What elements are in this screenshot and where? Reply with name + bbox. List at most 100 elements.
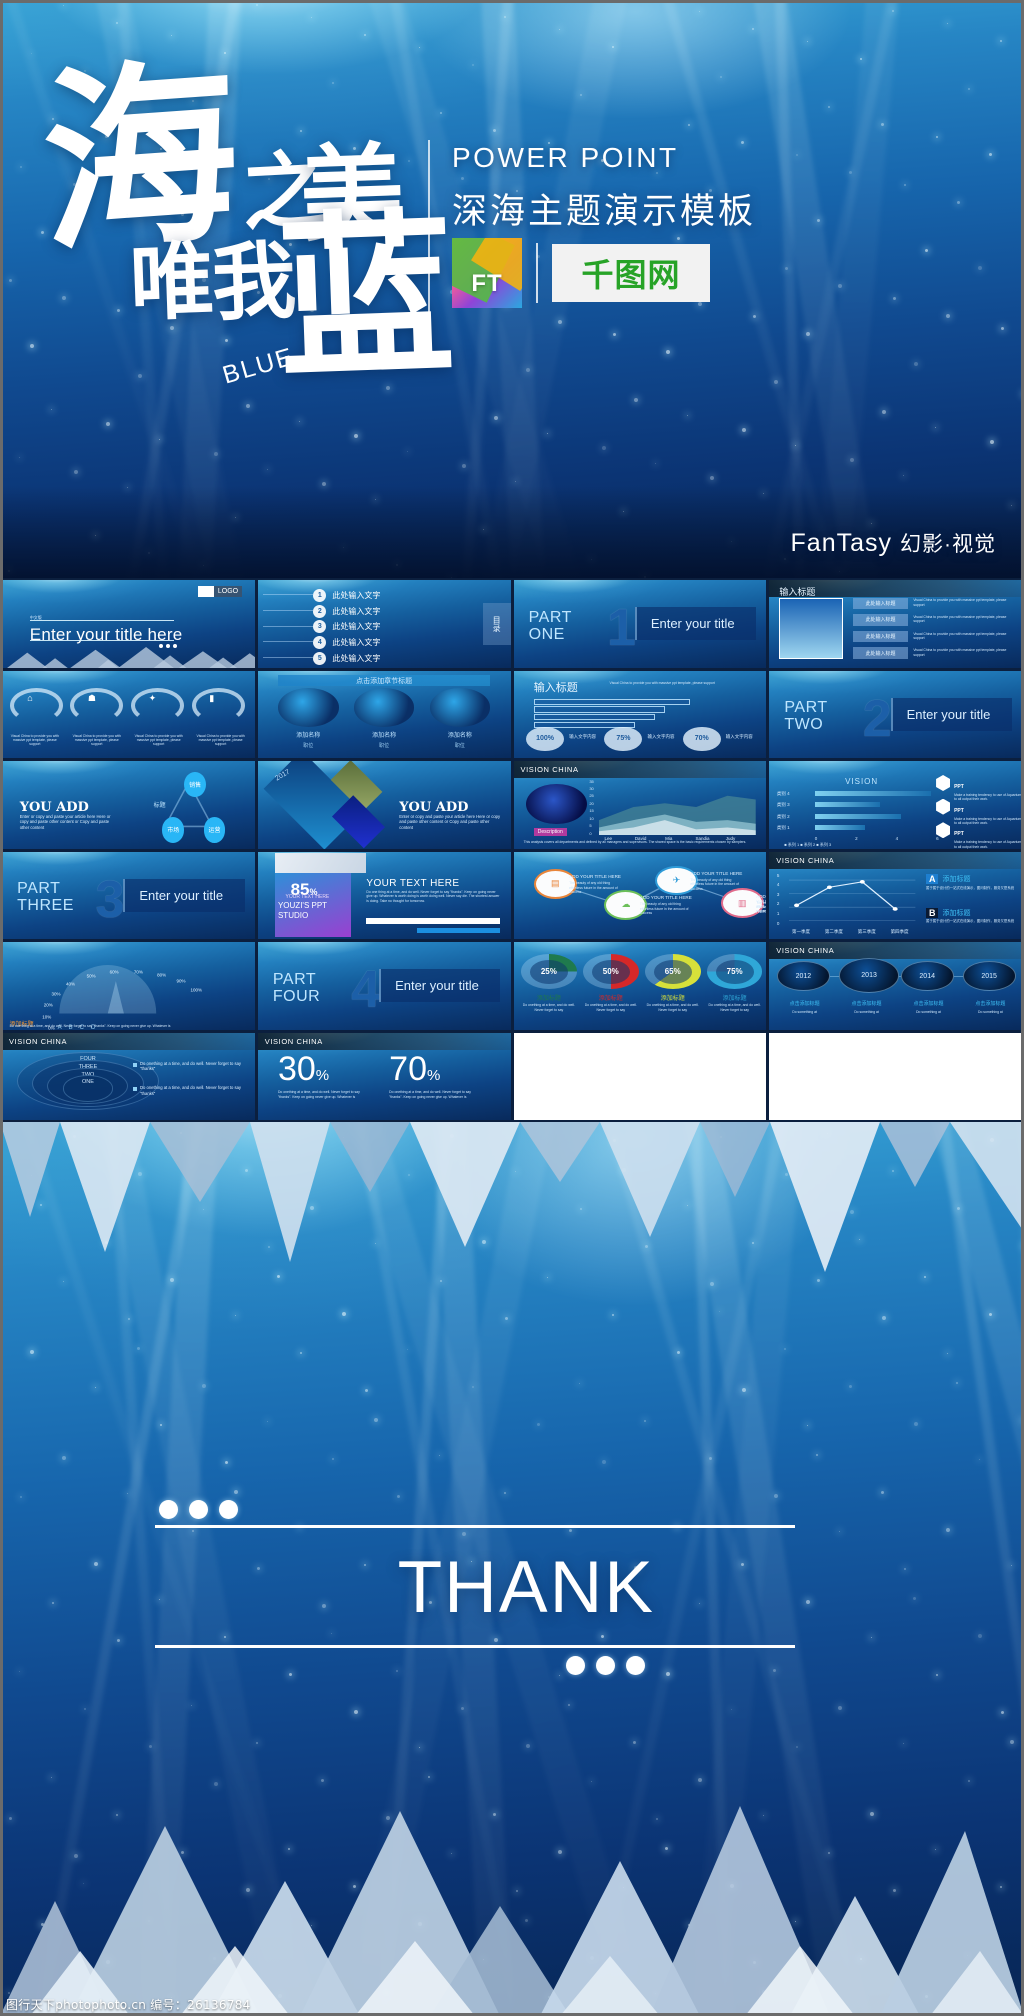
you-add-triangle-slide[interactable]: YOU ADD Enter or copy and paste your art…	[2, 761, 255, 849]
node-circle[interactable]: 市场	[162, 817, 185, 843]
image-list-pill[interactable]: 此处输入标题	[852, 630, 909, 643]
donut-ring: 65%	[644, 954, 701, 990]
four-circles-slide[interactable]: ▤ ADD YOUR TITLE HERE The beauty of any …	[513, 851, 767, 939]
ab-body: 属于属于设计的一站式在线演示，图问制作，服务又是系统	[925, 918, 1015, 923]
agenda-number: 2	[313, 604, 327, 618]
part-four-slide[interactable]: PART FOUR 4 Enter your title	[257, 942, 511, 1030]
agenda-item[interactable]: 3 此处输入文字	[313, 620, 380, 634]
pct-right-body: Do onething at a time, and do well. Neve…	[389, 1090, 471, 1099]
pct-left-value: 30%	[277, 1049, 330, 1088]
gauge-tick: 30%	[51, 991, 61, 997]
agenda-number: 3	[313, 620, 327, 634]
agenda-item[interactable]: 1 此处输入文字	[313, 588, 380, 602]
team-name: 添加名称	[372, 733, 397, 739]
input-bar-white[interactable]	[366, 918, 501, 925]
hero-brand-en: FanTasy	[790, 529, 892, 557]
pct-right-value: 70%	[389, 1049, 441, 1088]
timeline-node[interactable]: 2015	[962, 961, 1016, 991]
agenda-slide[interactable]: 1 此处输入文字 2 此处输入文字 3 此处输入文字 4 此处输入文字 5 此处…	[257, 580, 511, 668]
gauge-tick: 20%	[43, 1002, 53, 1008]
you-add-body: Enter or copy and paste your article her…	[19, 813, 111, 830]
part-title-panel[interactable]: Enter your title	[123, 878, 245, 912]
thank-block: THANK	[155, 1500, 795, 1675]
team-role: 职位	[379, 743, 390, 750]
y-tick: 20	[589, 800, 594, 806]
timeline-sublabel: Do something at	[792, 1010, 817, 1015]
part-one-slide[interactable]: PART ONE 1 Enter your title	[513, 580, 767, 668]
cover-hero: 海 之 美 唯 我 蓝 BLUE POWER POINT 深海主题演示模板 FT…	[0, 0, 1024, 578]
part-two-slide[interactable]: PART TWO 2 Enter your title	[769, 670, 1022, 758]
image-list-pill[interactable]: 此处输入标题	[852, 614, 909, 626]
agenda-number: 1	[313, 588, 327, 602]
gauge-slide[interactable]: 0% 10% 20% 30% 40% 50% 60% 70% 80% 90% 100% A B C D 添加…	[2, 942, 255, 1030]
agenda-number: 4	[313, 636, 327, 649]
agenda-item[interactable]: 5 此处输入文字	[313, 651, 380, 665]
diamonds-slide[interactable]: 2017 YOU ADD Enter or copy and paste you…	[257, 761, 511, 849]
studio-line-2: STUDIO	[277, 911, 309, 920]
gauge-tick: 40%	[65, 981, 75, 987]
agenda-item[interactable]: 2 此处输入文字	[313, 604, 380, 618]
chain-ring	[191, 688, 245, 723]
area-chart-slide[interactable]: VISION CHINA Description 35 30 25 20 15 10 5 0 L…	[513, 761, 767, 849]
pct85-heading: YOUR TEXT HERE	[366, 877, 460, 889]
image-list-pill[interactable]: 此处输入标题	[852, 647, 909, 659]
agenda-tab[interactable]: 目录	[482, 602, 511, 645]
pct85-body: Do one thing at a time, and do well. Nev…	[366, 890, 500, 903]
team-slide[interactable]: 点击添加章节标题 添加名称 职位 添加名称 职位 添加名称 职位	[257, 670, 511, 758]
part-ordinal: TWO	[784, 716, 824, 734]
image-list-body: Visual China to provide you with massive…	[913, 631, 1007, 641]
donut-title: 添加标题	[536, 995, 561, 1002]
onion-slide[interactable]: VISION CHINAFOURTHREETWOONE Do onething …	[2, 1032, 255, 1120]
circle-body: The beauty of any old thing effortless f…	[756, 900, 766, 914]
decor-dot	[159, 1500, 178, 1519]
gauge-tick: 60%	[109, 969, 119, 975]
chain-icons-slide[interactable]: ⌂ ☗ ✦ ▮ Visual China to provide you with …	[2, 670, 255, 758]
bar-chart-ppt-slide[interactable]: VISION 类别 4 类别 3 类别 2 类别 10246 PPT Make a tr…	[769, 761, 1022, 849]
area-chart-svg	[599, 795, 757, 835]
part-word: PART	[528, 608, 572, 626]
percent-badge: 75%	[604, 726, 643, 751]
line-chart-svg	[789, 879, 916, 921]
chart-footnote: This analysis covers all departments and…	[523, 839, 747, 844]
empty-slide-2[interactable]	[769, 1032, 1022, 1120]
input-bar-blue[interactable]	[416, 927, 501, 933]
cover-slide[interactable]: LOGO 中文版 Enter your title here	[2, 580, 255, 668]
timeline-node[interactable]: 2012	[776, 961, 830, 991]
bars-percent-slide[interactable]: 输入标题 Visual China to provide you with ma…	[513, 670, 767, 758]
empty-slide-1[interactable]	[513, 1032, 767, 1120]
y-tick: 0	[589, 830, 592, 836]
timeline-label: 点击添加标题	[789, 1000, 820, 1007]
hbar	[814, 802, 881, 808]
home-icon: ⌂	[27, 693, 33, 704]
percent-85-slide[interactable]: 85% YOUR TEXT HERE YOUZI'S PPT STUDIO YO…	[257, 851, 511, 939]
timeline-slide[interactable]: VISION CHINA 2012 点击添加标题 Do something at 2…	[769, 942, 1022, 1030]
pct-card-sub: YOUR TEXT HERE	[285, 894, 330, 901]
thumb-title-bar: VISION CHINA	[769, 851, 1022, 869]
team-name: 添加名称	[296, 733, 321, 739]
part-title-panel[interactable]: Enter your title	[379, 969, 501, 1003]
thumb-title-bar: VISION CHINA	[257, 1032, 511, 1050]
image-list-slide[interactable]: 输入标题 此处输入标题 Visual China to provide you …	[769, 580, 1022, 668]
ab-title: 添加标题	[942, 909, 971, 917]
timeline-node[interactable]: 2013	[838, 957, 900, 993]
timeline-node[interactable]: 2014	[900, 961, 954, 991]
donuts-slide[interactable]: 25% 添加标题 Do onething at a time, and do w…	[513, 942, 767, 1030]
node-circle[interactable]: 销售	[184, 771, 206, 797]
node-circle[interactable]: 运营	[203, 817, 226, 843]
part-title-panel[interactable]: Enter your title	[634, 607, 757, 641]
rocket-icon: ✈	[672, 874, 681, 885]
hbar-label: 类别 3	[776, 802, 790, 808]
x-tick: 第三季度	[857, 928, 876, 934]
hbar	[814, 824, 866, 831]
pct-30-70-slide[interactable]: VISION CHINA 30% 70% Do onething at a tim…	[257, 1032, 511, 1120]
line-chart-ab-slide[interactable]: VISION CHINA 5 4 3 2 1 0 第一季度 第二季度 第三季度 第四季度 A 添加…	[769, 851, 1022, 939]
agenda-item[interactable]: 4 此处输入文字	[313, 636, 380, 649]
timeline-label: 点击添加标题	[913, 1000, 944, 1007]
part-title-panel[interactable]: Enter your title	[890, 697, 1012, 731]
part-three-slide[interactable]: PART THREE 3 Enter your title	[2, 851, 255, 939]
image-list-pill[interactable]: 此处输入标题	[852, 597, 909, 609]
chart-label: VISION	[845, 776, 879, 786]
hero-title-block: POWER POINT 深海主题演示模板	[452, 142, 872, 234]
image-list-body: Visual China to provide you with massive…	[913, 598, 1007, 607]
outline-bar	[533, 698, 691, 705]
